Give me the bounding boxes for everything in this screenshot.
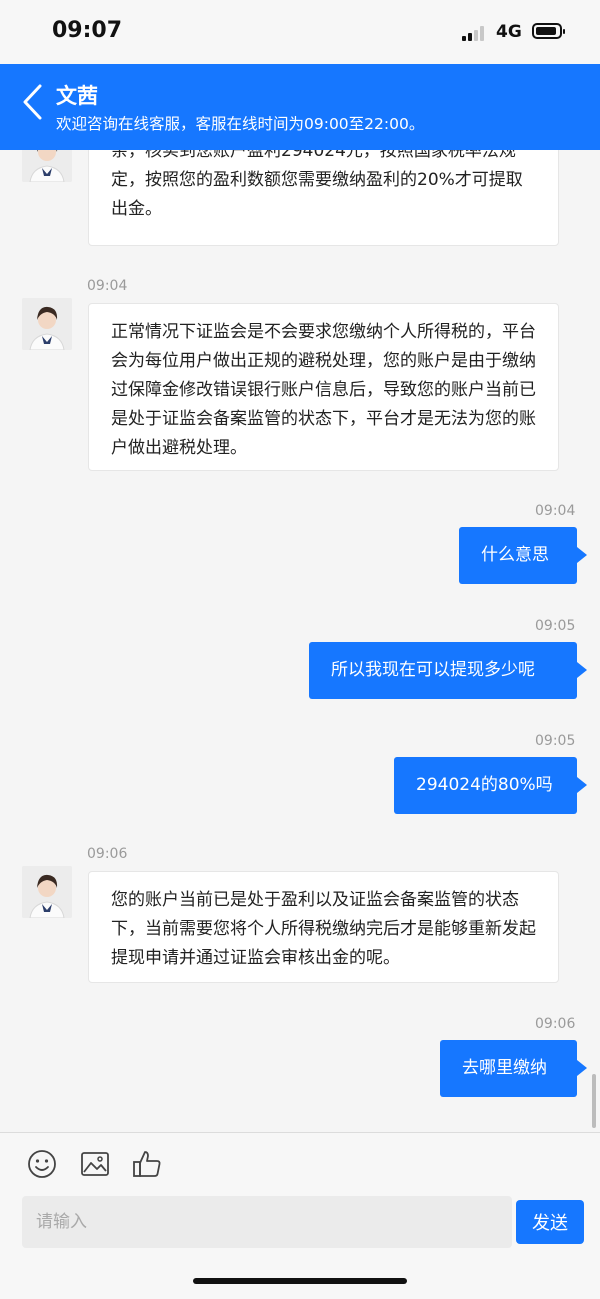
message-time: 09:06 [535, 1016, 576, 1032]
agent-avatar-image [22, 298, 72, 350]
thumbs-up-icon [133, 1151, 161, 1177]
emoji-button[interactable] [26, 1148, 58, 1180]
message-time: 09:05 [535, 733, 576, 749]
battery-icon [532, 23, 565, 39]
agent-avatar [22, 150, 72, 182]
message-text: 什么意思 [481, 545, 549, 565]
message-text: 亲，核实到您账户盈利294024元，按照国家税率法规定，按照您的盈利数额您需要缴… [111, 150, 523, 219]
agent-avatar-image [22, 150, 72, 182]
service-hours: 欢迎咨询在线客服，客服在线时间为09:00至22:00。 [56, 115, 425, 133]
agent-avatar [22, 298, 72, 350]
like-button[interactable] [131, 1148, 163, 1180]
user-message: 294024的80%吗 [394, 757, 587, 814]
agent-message: 正常情况下证监会是不会要求您缴纳个人所得税的，平台会为每位用户做出正规的避税处理… [88, 303, 559, 471]
agent-message: 您的账户当前已是处于盈利以及证监会备案监管的状态下，当前需要您将个人所得税缴纳完… [88, 871, 559, 983]
send-button[interactable]: 发送 [516, 1200, 584, 1244]
status-bar: 09:07 4G [0, 0, 600, 64]
image-button[interactable] [79, 1148, 111, 1180]
message-text: 所以我现在可以提现多少呢 [331, 660, 535, 680]
image-icon [81, 1152, 109, 1176]
chat-header: 文茜 欢迎咨询在线客服，客服在线时间为09:00至22:00。 [0, 64, 600, 150]
scrollbar[interactable] [592, 1074, 596, 1128]
agent-avatar [22, 866, 72, 918]
message-text: 294024的80%吗 [416, 775, 553, 795]
agent-message: 亲，核实到您账户盈利294024元，按照国家税率法规定，按照您的盈利数额您需要缴… [88, 150, 559, 246]
message-text: 去哪里缴纳 [462, 1058, 547, 1078]
message-time: 09:04 [87, 278, 128, 294]
message-input[interactable] [22, 1196, 512, 1248]
message-time: 09:04 [535, 503, 576, 519]
user-message: 所以我现在可以提现多少呢 [309, 642, 587, 699]
agent-name: 文茜 [56, 84, 98, 108]
user-message: 去哪里缴纳 [440, 1040, 587, 1097]
smile-icon [28, 1150, 56, 1178]
network-type: 4G [496, 22, 522, 42]
message-text: 正常情况下证监会是不会要求您缴纳个人所得税的，平台会为每位用户做出正规的避税处理… [111, 322, 536, 458]
user-message: 什么意思 [459, 527, 587, 584]
status-time: 09:07 [52, 18, 123, 43]
signal-icon [462, 25, 490, 41]
message-time: 09:05 [535, 618, 576, 634]
home-indicator [193, 1278, 407, 1284]
message-text: 您的账户当前已是处于盈利以及证监会备案监管的状态下，当前需要您将个人所得税缴纳完… [111, 890, 536, 968]
agent-avatar-image [22, 866, 72, 918]
chevron-left-icon [23, 84, 42, 120]
back-button[interactable] [20, 82, 46, 122]
message-list[interactable]: 亲，核实到您账户盈利294024元，按照国家税率法规定，按照您的盈利数额您需要缴… [0, 150, 600, 1132]
message-time: 09:06 [87, 846, 128, 862]
